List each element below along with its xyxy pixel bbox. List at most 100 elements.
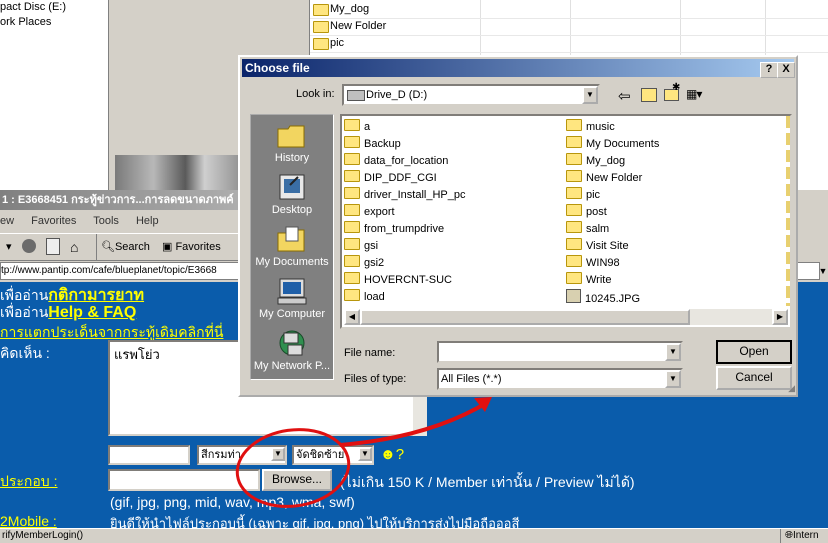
file-item[interactable]: New Folder	[566, 169, 642, 185]
folder-icon	[344, 238, 360, 250]
file-path-input[interactable]	[108, 469, 260, 491]
refresh-icon[interactable]	[46, 238, 60, 255]
folder-icon	[566, 119, 582, 131]
place-my-network[interactable]: My Network P...	[251, 329, 333, 372]
files-of-type-select[interactable]: All Files (*.*) ▼	[437, 368, 683, 390]
place-my-computer[interactable]: My Computer	[251, 277, 333, 320]
file-item[interactable]: pic	[566, 186, 600, 202]
status-text: rifyMemberLogin()	[2, 530, 84, 541]
stop-icon[interactable]	[22, 239, 36, 253]
align-select[interactable]: จัดชิดซ้าย ▼	[292, 445, 374, 465]
file-item[interactable]: Write	[566, 271, 611, 287]
my-documents-icon	[276, 225, 308, 253]
file-item[interactable]: load	[344, 288, 385, 304]
back-icon[interactable]: ⇦	[618, 87, 631, 105]
file-item[interactable]: from_trumpdrive	[344, 220, 444, 236]
open-button[interactable]: Open	[716, 340, 792, 364]
list-item[interactable]: pic	[310, 35, 828, 53]
menu-view[interactable]: ew	[0, 215, 14, 227]
horizontal-scrollbar[interactable]: ◀ ▶	[344, 309, 788, 325]
history-icon	[276, 121, 308, 149]
menu-help[interactable]: Help	[136, 215, 159, 227]
folder-icon	[566, 204, 582, 216]
dialog-title-bar: Choose file ? X	[242, 59, 795, 78]
folder-icon	[344, 272, 360, 284]
folder-tree-pane: pact Disc (E:) ork Places	[0, 0, 109, 190]
new-folder-icon[interactable]: ✱	[664, 82, 680, 101]
file-item[interactable]: driver_Install_HP_pc	[344, 186, 466, 202]
smiley-icon[interactable]: ☻?	[380, 446, 404, 463]
file-item[interactable]: salm	[566, 220, 609, 236]
folder-icon	[344, 204, 360, 216]
font-color-select[interactable]: สีกรมท่า ▼	[197, 445, 287, 465]
file-item[interactable]: post	[566, 203, 607, 219]
file-item[interactable]: gsi2	[344, 254, 384, 270]
search-button[interactable]: 🔍︎Search	[96, 234, 150, 260]
faq-link[interactable]: Help & FAQ	[48, 304, 136, 321]
file-item[interactable]: 10245.JPG	[566, 288, 640, 305]
preview-photo	[115, 155, 243, 190]
status-bar: rifyMemberLogin() 🌐︎Intern	[0, 528, 828, 543]
favorites-button[interactable]: ▣ Favorites	[162, 234, 221, 260]
next-column-edge	[786, 116, 790, 306]
tree-item-cd-drive[interactable]: pact Disc (E:)	[0, 0, 108, 15]
file-name-label: File name:	[344, 347, 396, 359]
menu-favorites[interactable]: Favorites	[31, 215, 76, 227]
folder-icon	[344, 255, 360, 267]
folder-icon	[313, 21, 329, 33]
chevron-down-icon: ▼	[582, 86, 598, 104]
file-item[interactable]: a	[344, 118, 370, 134]
folder-icon	[566, 255, 582, 267]
home-icon[interactable]: ⌂	[70, 234, 78, 260]
file-item[interactable]: Visit Site	[566, 237, 629, 253]
folder-icon	[344, 289, 360, 301]
file-item[interactable]: gsi	[344, 237, 378, 253]
folder-icon	[344, 187, 360, 199]
file-item[interactable]: My_dog	[566, 152, 625, 168]
attach-label: ประกอบ :	[0, 473, 58, 489]
network-icon	[276, 329, 308, 357]
scroll-right-icon[interactable]: ▶	[772, 309, 788, 325]
file-item[interactable]: export	[344, 203, 395, 219]
close-button[interactable]: X	[777, 62, 795, 78]
color-input[interactable]	[108, 445, 190, 465]
place-history[interactable]: History	[251, 121, 333, 164]
tree-item-network-places[interactable]: ork Places	[0, 15, 108, 30]
drive-icon	[347, 90, 365, 101]
browse-button[interactable]: Browse...	[262, 469, 332, 491]
folder-icon	[344, 221, 360, 233]
view-menu-icon[interactable]: ▦▾	[686, 87, 702, 101]
file-item[interactable]: music	[566, 118, 615, 134]
folder-icon	[566, 238, 582, 250]
scroll-left-icon[interactable]: ◀	[344, 309, 360, 325]
my-computer-icon	[276, 277, 308, 305]
look-in-select[interactable]: Drive_D (D:) ▼	[342, 84, 600, 106]
folder-icon	[344, 170, 360, 182]
places-bar: History Desktop My Documents My Computer…	[250, 114, 334, 380]
file-item[interactable]: data_for_location	[344, 152, 448, 168]
file-item[interactable]: Backup	[344, 135, 401, 151]
folder-icon	[566, 187, 582, 199]
up-folder-icon[interactable]	[641, 88, 657, 102]
file-item[interactable]: DIP_DDF_CGI	[344, 169, 437, 185]
menu-tools[interactable]: Tools	[93, 215, 119, 227]
place-desktop[interactable]: Desktop	[251, 173, 333, 216]
file-item[interactable]: HOVERCNT-SUC	[344, 271, 452, 287]
help-button[interactable]: ?	[760, 62, 778, 78]
size-limit-note: (ไม่เกิน 150 K / Member เท่านั้น / Previ…	[340, 474, 635, 490]
cancel-button[interactable]: Cancel	[716, 366, 792, 390]
file-item[interactable]: My Documents	[566, 135, 659, 151]
file-item[interactable]: WIN98	[566, 254, 620, 270]
place-my-documents[interactable]: My Documents	[251, 225, 333, 268]
dropdown-arrow-icon[interactable]: ▾	[6, 234, 12, 260]
file-name-input[interactable]: ▼	[437, 341, 683, 363]
file-list: a Backup data_for_location DIP_DDF_CGI drive…	[340, 114, 792, 329]
list-item[interactable]: New Folder	[310, 18, 828, 36]
resize-grip-icon[interactable]: ◢	[788, 383, 795, 394]
scroll-thumb[interactable]	[360, 309, 690, 325]
chevron-down-icon: ▼	[665, 370, 681, 388]
folder-icon	[566, 170, 582, 182]
address-dropdown-icon[interactable]: ▼	[818, 262, 828, 280]
list-item[interactable]: My_dog	[310, 1, 828, 19]
comment-label: คิดเห็น :	[0, 345, 50, 361]
